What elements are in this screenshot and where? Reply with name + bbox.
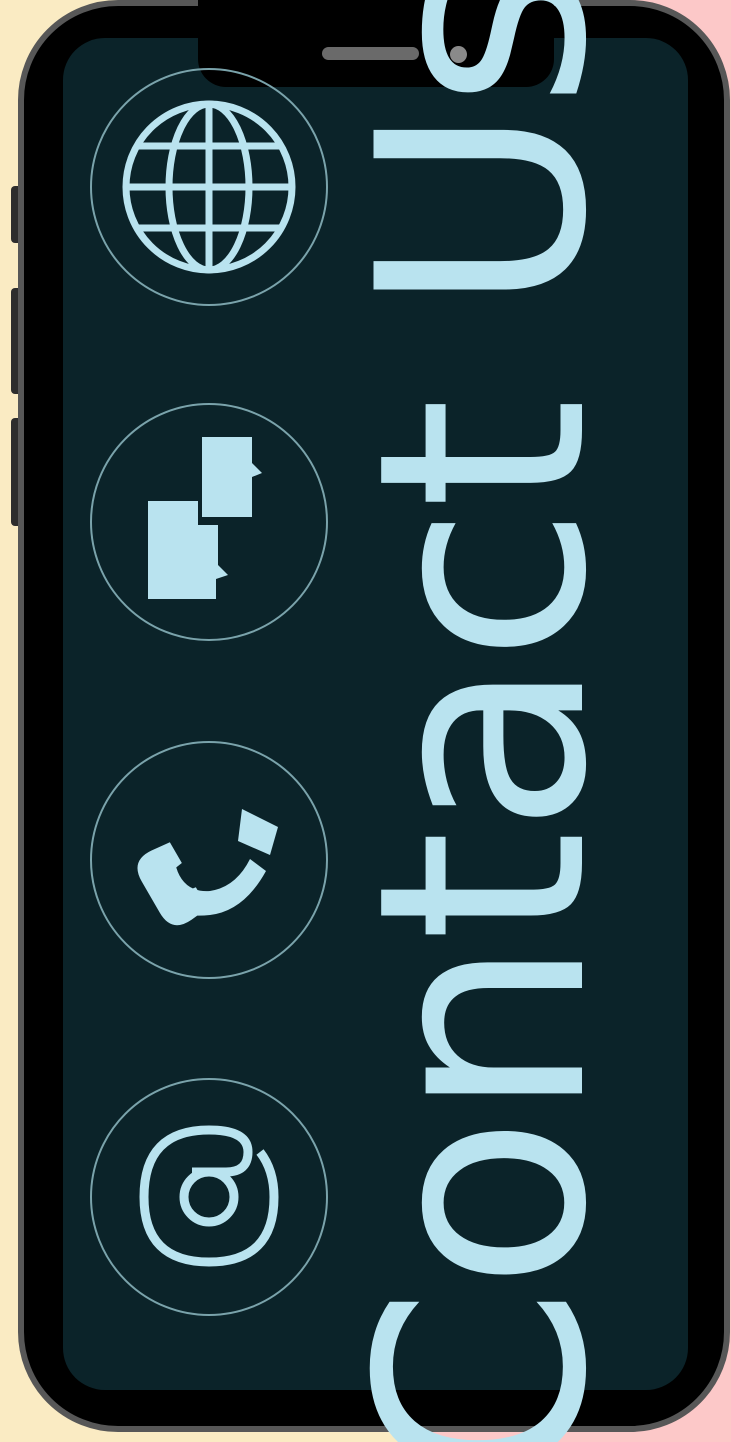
phone-link[interactable] [90, 741, 328, 979]
phone-icon [137, 809, 278, 926]
title-container: Contact Us [318, 0, 650, 1442]
globe-icon [122, 100, 296, 274]
website-link[interactable] [90, 68, 328, 306]
background: Contact Us [0, 0, 731, 1442]
email-link[interactable] [90, 1078, 328, 1316]
chat-link[interactable] [90, 403, 328, 641]
email-at-icon [139, 1125, 279, 1267]
contact-us-title: Contact Us [318, 0, 650, 1442]
chat-icon [148, 437, 262, 599]
